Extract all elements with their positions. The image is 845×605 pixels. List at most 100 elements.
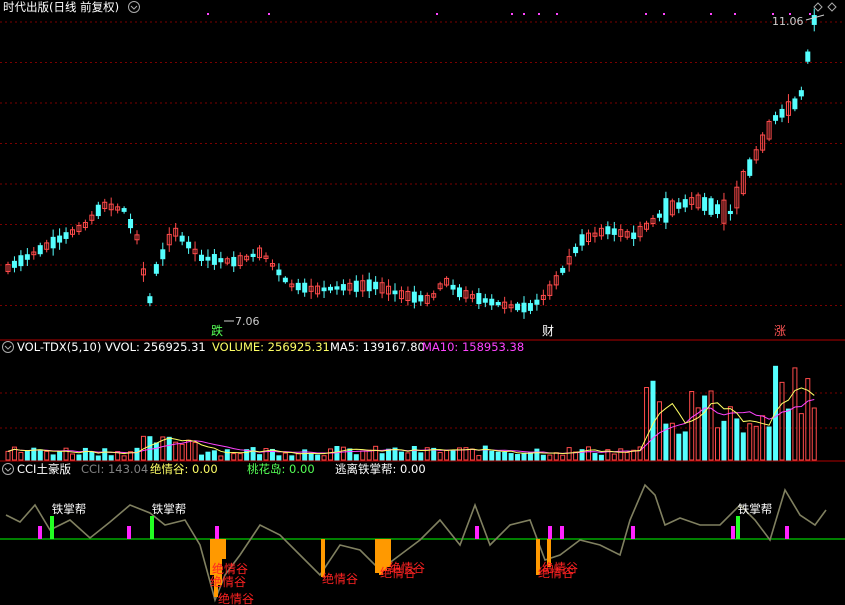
volume-bar <box>95 455 101 461</box>
taoli-value: 逃离铁掌帮: 0.00 <box>335 462 426 476</box>
candle <box>527 303 533 311</box>
volume-bar <box>405 452 411 461</box>
volume-bar <box>618 448 624 461</box>
volume-bar <box>76 454 82 461</box>
volume-bar <box>553 452 559 461</box>
volume-bar <box>57 451 63 461</box>
candle <box>121 208 127 212</box>
volume-bar <box>682 431 688 461</box>
candle <box>186 241 192 249</box>
signal-bar <box>548 526 552 539</box>
volume-bar <box>721 420 727 461</box>
juegu-label: 绝情谷 <box>210 574 246 589</box>
volume-bar <box>386 448 392 461</box>
candle <box>95 204 101 217</box>
diamond-icon[interactable] <box>827 2 837 12</box>
volume-bar <box>521 452 527 461</box>
signal-dot <box>789 13 791 15</box>
volume-bar <box>495 451 501 461</box>
volume-bar <box>237 453 243 461</box>
volume-bar <box>276 455 282 461</box>
volume-bar <box>340 446 346 461</box>
volume-bar <box>205 451 211 461</box>
volume-bar <box>179 443 185 461</box>
volume-bar <box>373 445 379 461</box>
candle <box>218 258 224 263</box>
candle <box>418 295 424 302</box>
volume-bar <box>166 436 172 461</box>
volume-bar <box>89 451 95 461</box>
candle <box>328 286 333 291</box>
juegu-label: 绝情谷 <box>212 561 248 576</box>
volume-bar <box>766 426 772 461</box>
volume-bar <box>18 451 24 461</box>
candle <box>805 51 811 62</box>
volume-bar <box>560 454 566 461</box>
volume-bar <box>257 454 263 461</box>
candle <box>450 284 456 290</box>
candle <box>128 218 134 229</box>
volume-bar <box>147 436 153 461</box>
candle <box>708 198 714 215</box>
cci-value: CCI: 143.04 <box>81 462 148 476</box>
signal-dot <box>436 13 438 15</box>
volume-bar <box>502 451 508 461</box>
volume-bar <box>792 367 798 461</box>
candle <box>321 287 327 292</box>
volume-bar <box>547 454 553 461</box>
chevron-down-icon[interactable] <box>2 341 14 353</box>
volume-bar <box>811 407 817 461</box>
candle <box>476 293 482 305</box>
signal-bar <box>785 526 789 539</box>
juegu-bar <box>222 539 226 559</box>
signal-dot <box>538 13 540 15</box>
volume-bar <box>347 448 353 461</box>
candle <box>656 213 662 218</box>
candle <box>302 282 308 293</box>
chevron-down-icon[interactable] <box>2 463 14 475</box>
volume-bar <box>689 391 695 461</box>
chevron-down-icon <box>4 345 12 350</box>
volume-bar <box>779 381 785 461</box>
chevron-down-icon[interactable] <box>128 1 140 13</box>
signal-dot <box>734 13 736 15</box>
signal-bar <box>731 526 735 539</box>
juegu-label: 绝情谷 <box>322 571 358 586</box>
juegu-label: 绝情谷 <box>218 591 254 605</box>
candle <box>179 235 185 242</box>
candle <box>205 256 211 261</box>
volume-bar <box>566 447 572 461</box>
chart-title: 时代出版(日线 前复权) <box>3 0 119 14</box>
volume-bar <box>418 452 424 461</box>
signal-bar <box>215 526 219 539</box>
volume-bar <box>199 454 204 461</box>
candle <box>57 235 63 243</box>
candle <box>276 269 282 276</box>
tiezhang-label: 铁掌帮 <box>152 502 187 516</box>
volume-bar <box>669 422 675 461</box>
volume-bar <box>308 452 314 461</box>
candle <box>534 299 540 305</box>
candle <box>747 159 753 176</box>
ma5-value: MA5: 139167.80 <box>330 340 425 354</box>
juegu-label: 绝情谷 <box>389 560 425 575</box>
tiezhang-bar <box>150 516 154 539</box>
tiezhang-label: 铁掌帮 <box>52 502 87 516</box>
volume-bar <box>153 442 159 461</box>
juegu-value: 绝情谷: 0.00 <box>150 462 218 476</box>
volume-bar <box>676 433 682 461</box>
volume-bar <box>760 415 766 461</box>
diamond-icon[interactable] <box>813 2 823 12</box>
volume-bar <box>360 450 366 461</box>
volume-bar <box>250 447 256 461</box>
volume-bar <box>63 447 69 461</box>
event-marker: 跌 <box>211 323 223 338</box>
volume-bar <box>295 453 301 461</box>
candle <box>682 199 688 208</box>
volume-indicator-name: VOL-TDX(5,10) <box>17 340 101 354</box>
high-price-label: 11.06 <box>772 15 804 28</box>
tiezhang-label: 铁掌帮 <box>738 502 773 516</box>
volume-bar <box>5 450 11 461</box>
signal-bar <box>475 526 479 539</box>
candle <box>411 291 417 303</box>
